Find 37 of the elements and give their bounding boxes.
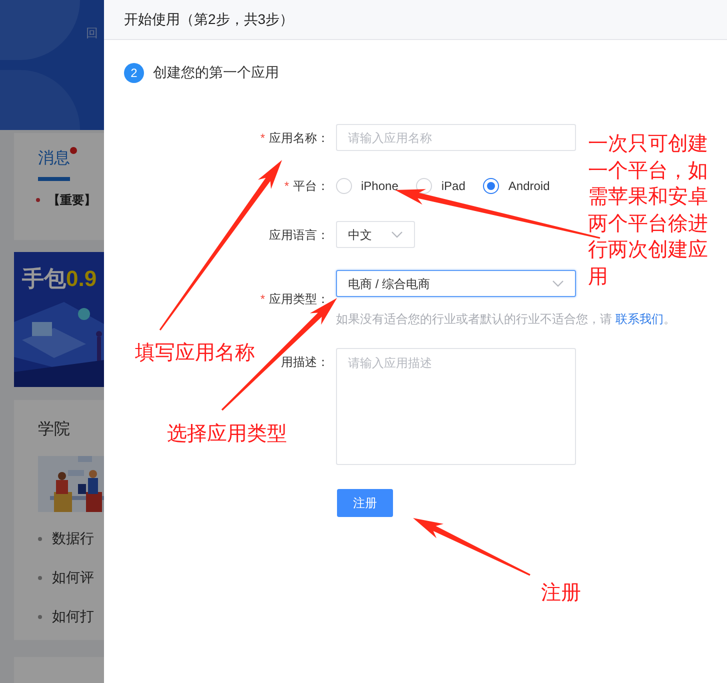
field-label: 平台： [293,178,329,194]
step-number: 2 [124,62,144,82]
banner-title: 手包 [22,268,66,290]
bullet-icon [36,198,40,202]
required-mark: * [260,130,265,146]
academy-title: 学院 [38,420,71,440]
bullet-icon [38,614,42,618]
required-mark: * [260,291,265,308]
submit-button[interactable]: 注册 [337,489,393,517]
article-link[interactable]: 如何评 [52,567,94,588]
field-label: 用描述： [281,354,329,371]
annotation-text: 选择应用类型 [167,422,287,447]
bullet-icon [38,536,42,540]
article-link[interactable]: 如何打 [52,606,94,627]
annotation-text: 一次只可创建一个平台，如需苹果和安卓两个平台徐进行两次创建应用 [588,132,709,290]
bullet-icon [38,576,42,580]
annotation-text: 填写应用名称 [135,341,255,366]
field-label: 应用类型： [269,291,329,308]
banner-highlight: 0.9 [66,268,97,290]
contact-link[interactable]: 联系我们 [615,312,664,326]
article-link[interactable]: 数据行 [52,528,94,549]
field-label: 应用语言： [269,226,329,244]
chevron-down-icon [552,280,564,288]
annotation-text: 注册 [541,581,581,606]
drawer-title: 开始使用（第2步，共3步） [124,10,294,29]
text-area[interactable]: 请输入应用描述 [336,348,576,465]
select-field[interactable]: 电商 / 综合电商 [336,270,576,297]
radio-option[interactable]: Android [483,176,550,194]
notice-text[interactable]: 【重要】 [48,191,96,209]
chevron-down-icon [391,230,403,238]
required-mark: * [284,178,289,194]
step-title: 创建您的第一个应用 [153,63,279,82]
select-field[interactable]: 中文 [336,221,415,248]
radio-option[interactable]: iPhone [336,176,398,194]
hint-text: 如果没有适合您的行业或者默认的行业不适合您，请 联系我们。 [336,311,676,328]
input-field[interactable]: 请输入应用名称 [336,124,576,151]
field-label: 应用名称： [269,130,329,146]
